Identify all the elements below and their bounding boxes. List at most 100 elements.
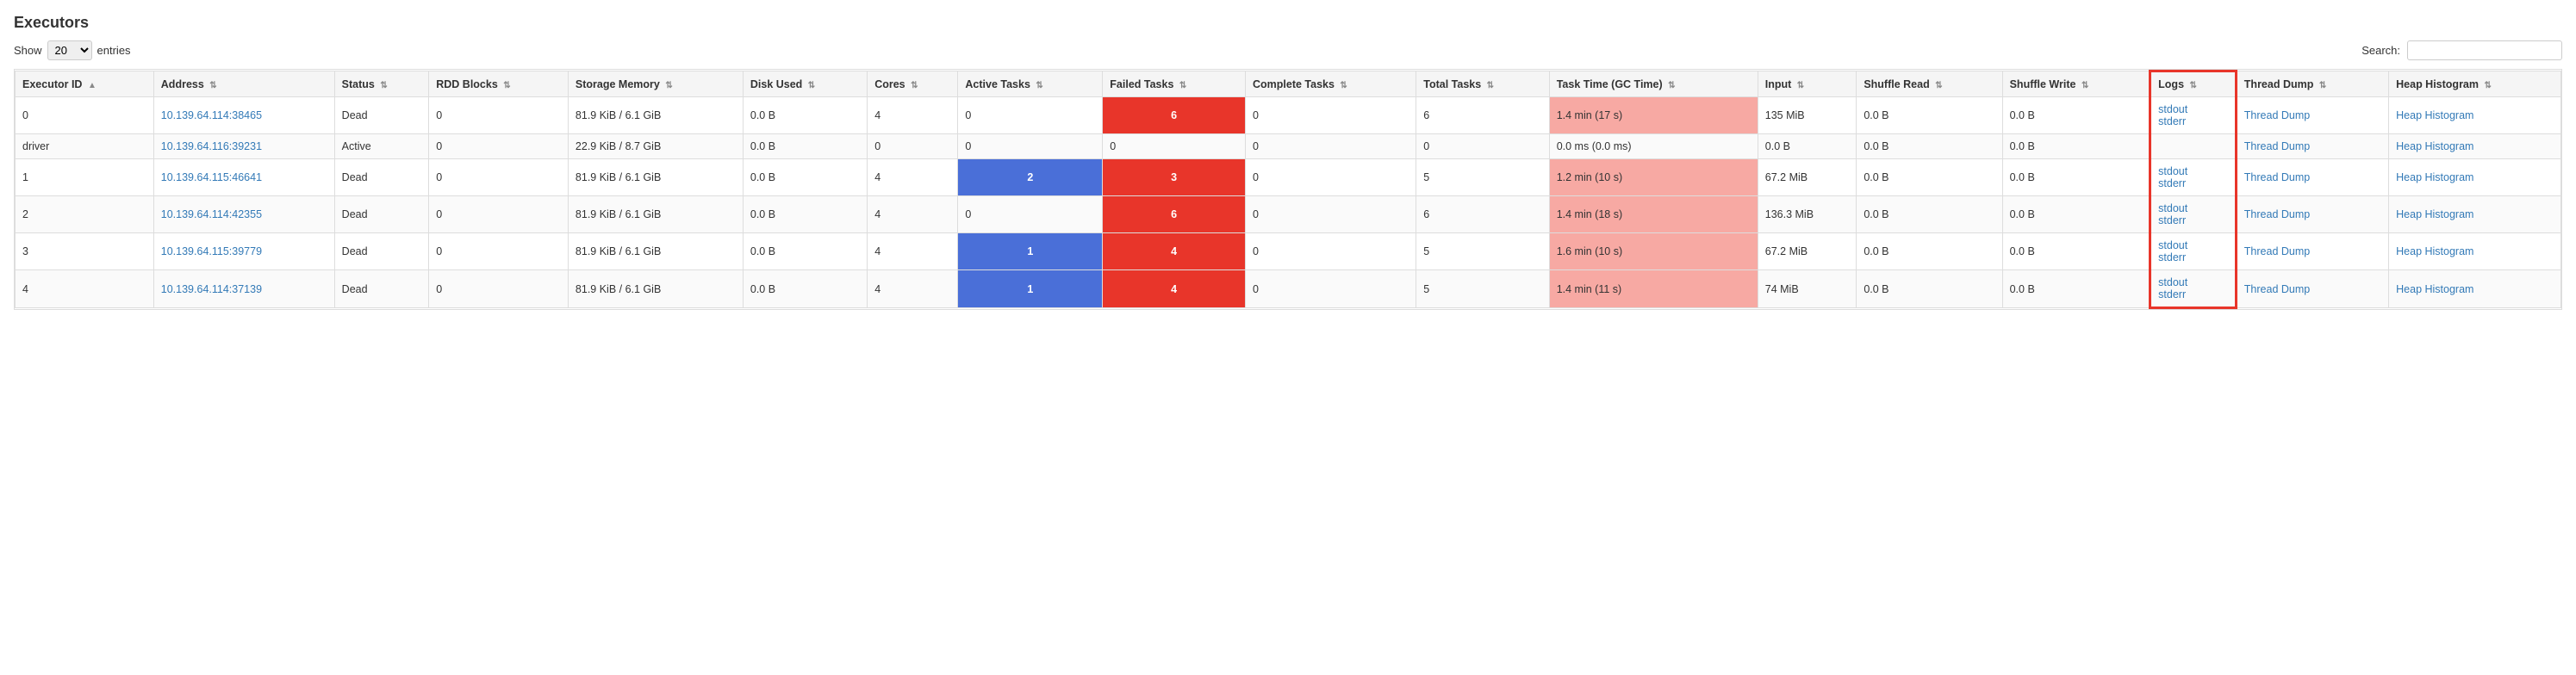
address-link[interactable]: 10.139.64.114:37139 [161, 283, 262, 295]
col-header-logs[interactable]: Logs ⇅ [2150, 71, 2237, 97]
col-header-input[interactable]: Input ⇅ [1758, 71, 1857, 97]
failed-tasks: 6 [1171, 109, 1177, 121]
thread-dump-link[interactable]: Thread Dump [2244, 109, 2310, 121]
log-link-stdout[interactable]: stdout [2158, 165, 2187, 177]
log-link-stderr[interactable]: stderr [2158, 177, 2186, 189]
executors-table-wrapper: Executor ID ▲ Address ⇅ Status ⇅ RDD Blo… [14, 69, 2562, 310]
shuffle-read: 0.0 B [1864, 208, 1888, 220]
col-header-shuffle-read[interactable]: Shuffle Read ⇅ [1857, 71, 2002, 97]
col-header-complete-tasks[interactable]: Complete Tasks ⇅ [1245, 71, 1416, 97]
shuffle-read: 0.0 B [1864, 140, 1888, 152]
table-row: 010.139.64.114:38465Dead081.9 KiB / 6.1 … [16, 97, 2561, 134]
task-time: 0.0 ms (0.0 ms) [1557, 140, 1632, 152]
task-time: 1.4 min (11 s) [1557, 283, 1622, 295]
sort-icon-task-time: ⇅ [1668, 81, 1675, 90]
sort-icon-active-tasks: ⇅ [1036, 81, 1042, 90]
rdd-blocks: 0 [436, 171, 442, 183]
heap-histogram-link[interactable]: Heap Histogram [2396, 245, 2473, 257]
table-row: 410.139.64.114:37139Dead081.9 KiB / 6.1 … [16, 270, 2561, 308]
sort-icon-disk-used: ⇅ [808, 81, 815, 90]
failed-tasks: 3 [1171, 171, 1177, 183]
col-header-total-tasks[interactable]: Total Tasks ⇅ [1416, 71, 1549, 97]
search-input[interactable] [2407, 40, 2562, 60]
col-header-failed-tasks[interactable]: Failed Tasks ⇅ [1103, 71, 1246, 97]
address-link[interactable]: 10.139.64.115:46641 [161, 171, 262, 183]
total-tasks: 5 [1423, 245, 1429, 257]
address-link[interactable]: 10.139.64.114:38465 [161, 109, 262, 121]
col-header-shuffle-write[interactable]: Shuffle Write ⇅ [2002, 71, 2150, 97]
sort-icon-address: ⇅ [209, 81, 216, 90]
disk-used: 0.0 B [750, 140, 775, 152]
thread-dump-link[interactable]: Thread Dump [2244, 171, 2310, 183]
heap-histogram-link[interactable]: Heap Histogram [2396, 208, 2473, 220]
log-link-stdout[interactable]: stdout [2158, 276, 2187, 288]
thread-dump-link[interactable]: Thread Dump [2244, 245, 2310, 257]
complete-tasks: 0 [1253, 109, 1259, 121]
col-header-thread-dump[interactable]: Thread Dump ⇅ [2236, 71, 2388, 97]
heap-histogram-link[interactable]: Heap Histogram [2396, 283, 2473, 295]
address-link[interactable]: 10.139.64.114:42355 [161, 208, 262, 220]
executor-id: 3 [22, 245, 28, 257]
rdd-blocks: 0 [436, 208, 442, 220]
col-header-cores[interactable]: Cores ⇅ [868, 71, 958, 97]
complete-tasks: 0 [1253, 208, 1259, 220]
storage-memory: 81.9 KiB / 6.1 GiB [576, 208, 661, 220]
col-header-heap-histogram[interactable]: Heap Histogram ⇅ [2389, 71, 2561, 97]
complete-tasks: 0 [1253, 283, 1259, 295]
log-link-stderr[interactable]: stderr [2158, 288, 2186, 300]
log-link-stdout[interactable]: stdout [2158, 239, 2187, 251]
log-link-stdout[interactable]: stdout [2158, 202, 2187, 214]
col-header-active-tasks[interactable]: Active Tasks ⇅ [958, 71, 1103, 97]
sort-icon-status: ⇅ [380, 81, 387, 90]
log-link-stdout[interactable]: stdout [2158, 103, 2187, 115]
rdd-blocks: 0 [436, 109, 442, 121]
cores: 4 [874, 171, 880, 183]
log-link-stderr[interactable]: stderr [2158, 115, 2186, 127]
table-controls: Show 20 10 50 100 entries Search: [14, 40, 2562, 60]
executors-table: Executor ID ▲ Address ⇅ Status ⇅ RDD Blo… [15, 70, 2561, 309]
heap-histogram-link[interactable]: Heap Histogram [2396, 109, 2473, 121]
shuffle-read: 0.0 B [1864, 171, 1888, 183]
sort-icon-complete-tasks: ⇅ [1340, 81, 1347, 90]
cores: 0 [874, 140, 880, 152]
input: 67.2 MiB [1765, 171, 1808, 183]
shuffle-read: 0.0 B [1864, 283, 1888, 295]
table-row: 310.139.64.115:39779Dead081.9 KiB / 6.1 … [16, 233, 2561, 270]
entries-select[interactable]: 20 10 50 100 [47, 40, 92, 60]
executor-id: 2 [22, 208, 28, 220]
rdd-blocks: 0 [436, 245, 442, 257]
log-link-stderr[interactable]: stderr [2158, 214, 2186, 226]
address-link[interactable]: 10.139.64.115:39779 [161, 245, 262, 257]
thread-dump-link[interactable]: Thread Dump [2244, 208, 2310, 220]
input: 74 MiB [1765, 283, 1799, 295]
thread-dump-link[interactable]: Thread Dump [2244, 283, 2310, 295]
col-header-disk-used[interactable]: Disk Used ⇅ [743, 71, 867, 97]
thread-dump-link[interactable]: Thread Dump [2244, 140, 2310, 152]
input: 135 MiB [1765, 109, 1805, 121]
col-header-storage-memory[interactable]: Storage Memory ⇅ [568, 71, 743, 97]
task-time: 1.4 min (18 s) [1557, 208, 1622, 220]
active-tasks: 0 [965, 208, 971, 220]
address-link[interactable]: 10.139.64.116:39231 [161, 140, 262, 152]
active-tasks: 1 [1027, 245, 1033, 257]
heap-histogram-link[interactable]: Heap Histogram [2396, 171, 2473, 183]
search-label: Search: [2361, 44, 2400, 57]
total-tasks: 5 [1423, 283, 1429, 295]
col-header-task-time[interactable]: Task Time (GC Time) ⇅ [1549, 71, 1758, 97]
shuffle-read: 0.0 B [1864, 109, 1888, 121]
col-header-executor-id[interactable]: Executor ID ▲ [16, 71, 154, 97]
heap-histogram-link[interactable]: Heap Histogram [2396, 140, 2473, 152]
executor-id: driver [22, 140, 49, 152]
sort-icon-failed-tasks: ⇅ [1179, 81, 1186, 90]
col-header-status[interactable]: Status ⇅ [334, 71, 429, 97]
shuffle-write: 0.0 B [2010, 140, 2035, 152]
col-header-rdd-blocks[interactable]: RDD Blocks ⇅ [429, 71, 569, 97]
input: 136.3 MiB [1765, 208, 1814, 220]
col-header-address[interactable]: Address ⇅ [153, 71, 334, 97]
shuffle-read: 0.0 B [1864, 245, 1888, 257]
failed-tasks: 4 [1171, 245, 1177, 257]
disk-used: 0.0 B [750, 171, 775, 183]
log-link-stderr[interactable]: stderr [2158, 251, 2186, 263]
storage-memory: 81.9 KiB / 6.1 GiB [576, 283, 661, 295]
failed-tasks: 6 [1171, 208, 1177, 220]
